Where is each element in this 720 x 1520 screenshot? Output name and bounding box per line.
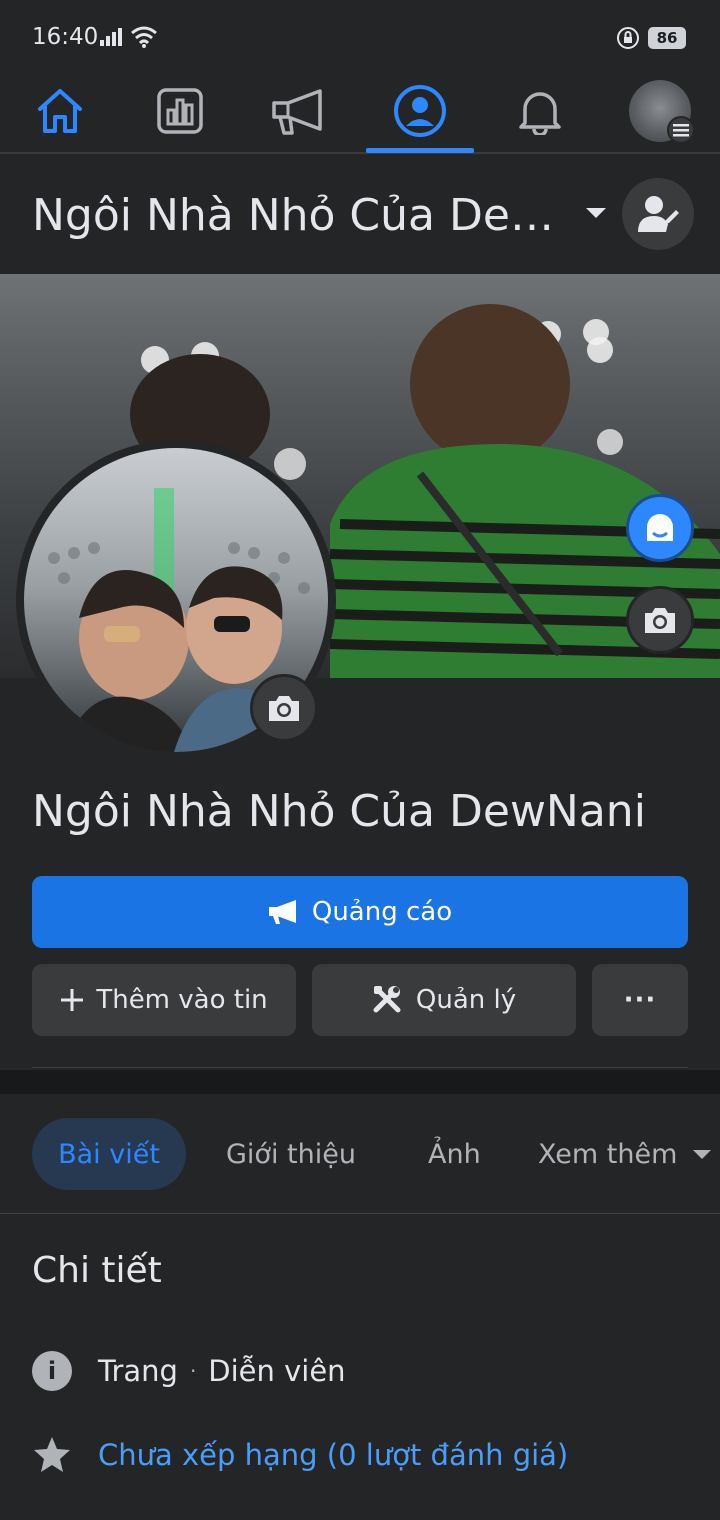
advertise-label: Quảng cáo xyxy=(311,897,453,927)
chevron-down-icon xyxy=(693,1149,712,1159)
more-options-button[interactable]: ··· xyxy=(592,964,688,1036)
separator-dot: · xyxy=(189,1359,197,1383)
profile-icon xyxy=(394,85,446,137)
details-heading: Chi tiết xyxy=(32,1250,162,1291)
profile-tabs: Bài viết Giới thiệu Ảnh Xem thêm xyxy=(0,1094,720,1214)
more-options-icon: ··· xyxy=(623,985,657,1015)
user-edit-icon xyxy=(638,196,679,232)
page-type: Trang xyxy=(98,1354,178,1388)
nav-account-menu[interactable] xyxy=(600,70,720,152)
nav-home[interactable] xyxy=(0,70,120,152)
nav-notifications[interactable] xyxy=(480,70,600,152)
divider xyxy=(32,1067,688,1068)
add-to-story-label: Thêm vào tin xyxy=(96,985,268,1015)
switch-profile-button[interactable] xyxy=(622,178,694,250)
top-nav-bar xyxy=(0,70,720,154)
megaphone-icon xyxy=(268,900,296,924)
megaphone-icon xyxy=(272,89,322,135)
tab-see-more[interactable]: Xem thêm xyxy=(538,1118,712,1190)
add-to-story-button[interactable]: Thêm vào tin xyxy=(32,964,296,1036)
edit-profile-picture-button[interactable] xyxy=(250,674,318,742)
avatar xyxy=(629,80,695,144)
battery-indicator: 86 xyxy=(648,27,686,49)
nav-active-indicator xyxy=(366,148,474,153)
page-category: Diễn viên xyxy=(208,1354,346,1388)
advertise-button[interactable]: Quảng cáo xyxy=(32,876,688,948)
camera-icon xyxy=(645,608,675,633)
home-icon xyxy=(38,89,82,133)
nav-ads[interactable] xyxy=(240,70,360,152)
page-header: Ngôi Nhà Nhỏ Của Dew... xyxy=(0,156,720,274)
tab-photos[interactable]: Ảnh xyxy=(428,1118,481,1190)
insights-icon xyxy=(157,88,203,134)
signal-icon xyxy=(100,28,122,46)
chevron-down-icon[interactable] xyxy=(586,208,606,218)
nav-insights[interactable] xyxy=(120,70,240,152)
tab-posts[interactable]: Bài viết xyxy=(32,1118,186,1190)
manage-button[interactable]: Quản lý xyxy=(312,964,576,1036)
tab-about[interactable]: Giới thiệu xyxy=(226,1118,356,1190)
rotation-lock-icon xyxy=(617,27,639,49)
wifi-icon xyxy=(131,26,157,48)
status-time: 16:40 xyxy=(32,24,99,50)
detail-rating[interactable]: Chưa xếp hạng (0 lượt đánh giá) xyxy=(32,1430,568,1480)
page-title[interactable]: Ngôi Nhà Nhỏ Của Dew... xyxy=(32,190,577,241)
assistant-icon xyxy=(647,514,673,541)
edit-cover-button[interactable] xyxy=(626,586,694,654)
plus-icon xyxy=(61,989,84,1011)
info-icon: i xyxy=(32,1351,72,1391)
tab-see-more-label: Xem thêm xyxy=(538,1138,678,1170)
manage-label: Quản lý xyxy=(415,985,517,1015)
bell-icon xyxy=(519,92,561,135)
camera-icon xyxy=(269,696,299,721)
ai-assistant-button[interactable] xyxy=(626,494,694,562)
section-separator xyxy=(0,1070,720,1094)
nav-page-profile[interactable] xyxy=(360,70,480,152)
status-bar: 16:40 86 xyxy=(0,0,720,70)
rating-link[interactable]: Chưa xếp hạng (0 lượt đánh giá) xyxy=(98,1438,568,1472)
star-icon xyxy=(34,1437,70,1472)
menu-icon xyxy=(667,116,695,144)
tools-icon xyxy=(373,986,401,1013)
detail-page-category: i Trang · Diễn viên xyxy=(32,1346,346,1396)
page-name: Ngôi Nhà Nhỏ Của DewNani xyxy=(32,786,646,837)
